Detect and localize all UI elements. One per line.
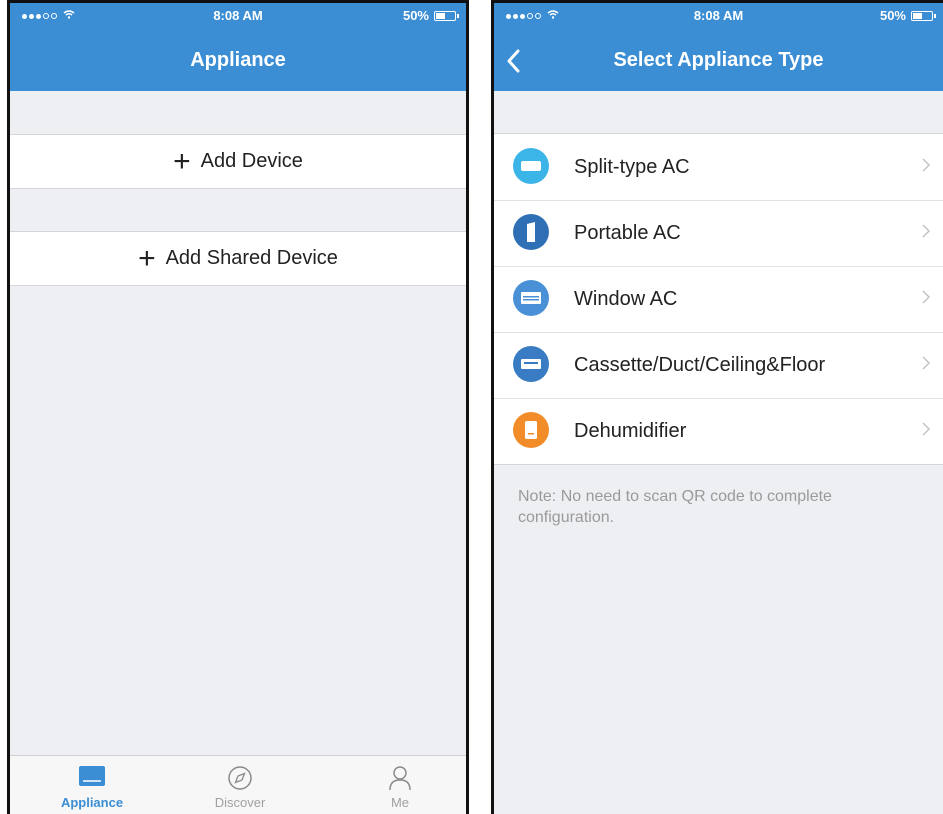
battery-percent: 50% [879,8,906,23]
appliance-icon [32,764,152,792]
add-shared-device-label: Add Shared Device [165,247,338,269]
page-title: Appliance [190,49,286,71]
phone-screen-select-type: 8:08 AM 50% Select Appliance Type Split-… [491,0,943,814]
header-bar: 8:08 AM 50% Appliance [10,3,466,91]
status-bar: 8:08 AM 50% [10,3,466,29]
chevron-right-icon [921,421,931,442]
plus-icon: + [173,144,191,178]
configuration-note: Note: No need to scan QR code to complet… [518,488,832,526]
tab-me[interactable]: Me [340,756,460,814]
list-item-label: Window AC [574,288,678,310]
plus-icon: + [138,241,156,275]
window-ac-icon [513,280,549,316]
list-item-dehumidifier[interactable]: Dehumidifier [494,398,943,464]
add-device-button[interactable]: + Add Device [10,134,466,189]
chevron-right-icon [921,355,931,376]
phone-screen-appliance: 8:08 AM 50% Appliance + Add Device + Add… [7,0,469,814]
list-item-label: Portable AC [574,222,681,244]
add-shared-device-button[interactable]: + Add Shared Device [10,231,466,286]
dehumidifier-icon [513,412,549,448]
chevron-right-icon [921,289,931,310]
battery-icon [911,10,936,21]
cassette-ac-icon [513,346,549,382]
tab-bar: Appliance Discover Me [10,755,466,814]
list-item-window-ac[interactable]: Window AC [494,266,943,332]
status-time: 8:08 AM [693,8,744,23]
portable-ac-icon [513,214,549,250]
tab-me-label: Me [390,795,410,810]
split-ac-icon [513,148,549,184]
page-title: Select Appliance Type [613,49,824,71]
chevron-right-icon [921,223,931,244]
list-item-label: Dehumidifier [574,420,687,442]
tab-discover[interactable]: Discover [180,756,300,814]
tab-appliance-label: Appliance [60,795,124,810]
person-icon [340,764,460,792]
tab-discover-label: Discover [214,795,266,810]
status-time: 8:08 AM [213,8,263,23]
chevron-right-icon [921,157,931,178]
battery-percent: 50% [402,8,429,23]
list-item-label: Cassette/Duct/Ceiling&Floor [574,354,826,376]
status-bar: 8:08 AM 50% [494,3,943,29]
list-item-split-type-ac[interactable]: Split-type AC [494,134,943,200]
battery-icon [434,10,459,21]
compass-icon [180,764,300,792]
add-device-label: Add Device [200,150,303,172]
appliance-type-list: Split-type AC Portable AC Window AC Cass… [494,133,943,465]
header-bar: 8:08 AM 50% Select Appliance Type [494,3,943,91]
list-item-label: Split-type AC [574,156,690,178]
list-item-cassette-duct-ceiling-floor[interactable]: Cassette/Duct/Ceiling&Floor [494,332,943,398]
tab-appliance[interactable]: Appliance [32,756,152,814]
list-item-portable-ac[interactable]: Portable AC [494,200,943,266]
